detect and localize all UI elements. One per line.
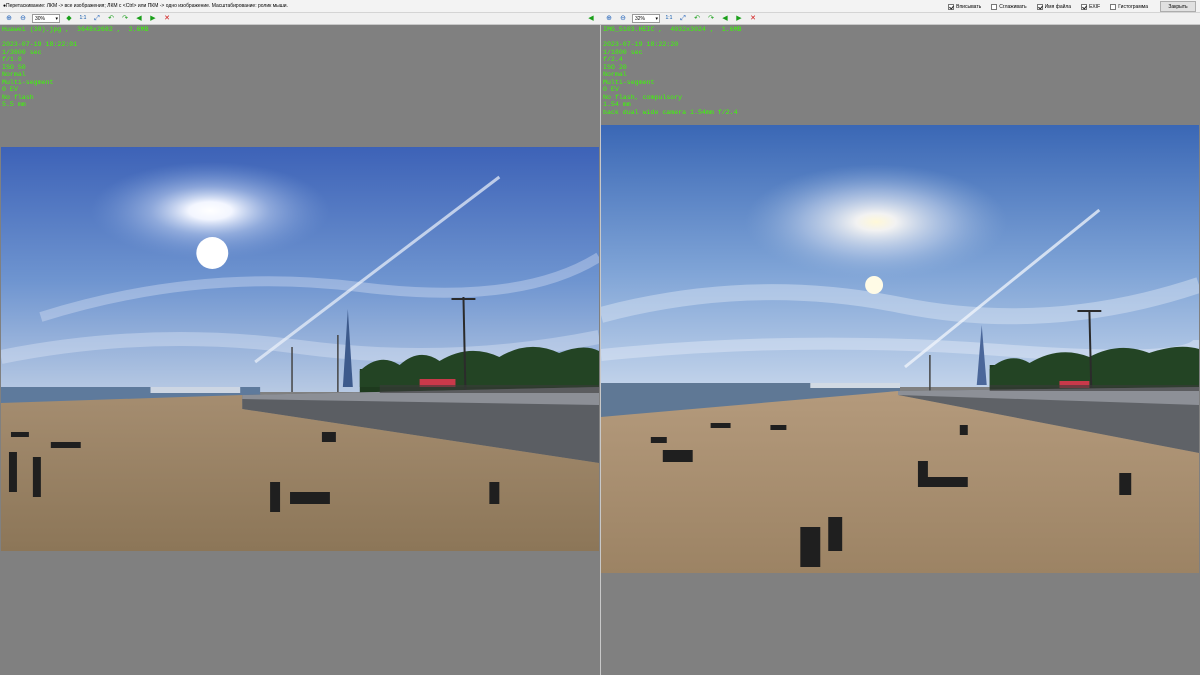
beach-photo-right [601, 125, 1199, 573]
left-metering: Multi-segment [2, 78, 54, 86]
option-exif[interactable]: EXIF [1081, 3, 1101, 10]
left-toolbar: ⊕ ⊖ 30% ▾ ◆ 1:1 ⤢ ↶ ↷ ◀ ▶ ✕ ◀ [0, 13, 600, 25]
right-datetime: 2023-07-19 18:22:20 [603, 41, 679, 48]
close-image-icon[interactable]: ✕ [162, 14, 172, 24]
option-filename[interactable]: Имя файла [1036, 3, 1072, 10]
next-image-icon[interactable]: ▶ [148, 14, 158, 24]
option-exif-label: EXIF [1089, 3, 1101, 10]
right-file-info: IMG_5103.HEIC , 4032x3024 , 1.6MB [603, 26, 742, 33]
right-photo[interactable] [601, 125, 1199, 573]
right-lens: back dual wide camera 1.54mm f/2.4 [603, 108, 738, 116]
chevron-down-icon: ▾ [55, 15, 58, 22]
rotate-left-icon[interactable]: ↶ [692, 14, 702, 24]
chevron-down-icon: ▾ [655, 15, 658, 22]
info-separator [603, 34, 742, 42]
rotate-right-icon[interactable]: ↷ [706, 14, 716, 24]
right-ev: 0 EV [603, 86, 619, 93]
checkbox-exif[interactable] [1081, 3, 1088, 10]
right-focal: 1.54 mm [603, 101, 631, 108]
left-zoom-select[interactable]: 30% ▾ [32, 14, 60, 23]
right-exposure: 1/1800 sec [603, 48, 643, 56]
info-separator [2, 34, 148, 42]
sync-arrow-icon[interactable]: ◀ [586, 14, 596, 24]
option-histogram-label: Гистограмма [1118, 3, 1148, 10]
left-exposure: 1/3800 sec [2, 48, 42, 56]
usage-hint: ●Перетаскивание: ЛКМ -> все изображения;… [3, 3, 288, 9]
left-focal: 5.5 mm [2, 101, 26, 108]
prev-image-icon[interactable]: ◀ [134, 14, 144, 24]
right-mode: Normal [603, 71, 627, 78]
beach-photo-left [1, 147, 599, 551]
option-fit-label: Вписывать [956, 3, 982, 10]
zoom-out-icon[interactable]: ⊖ [618, 14, 628, 24]
checkbox-smooth[interactable] [991, 3, 998, 10]
checkbox-filename[interactable] [1036, 3, 1043, 10]
zoom-in-icon[interactable]: ⊕ [604, 14, 614, 24]
left-file-info: Huawei (30).jpg , 3648x2682 , 2.6MB [2, 26, 149, 33]
close-button[interactable]: Закрыть [1160, 1, 1196, 12]
hint-bar: ●Перетаскивание: ЛКМ -> все изображения;… [0, 0, 1200, 13]
left-exif-info: Huawei (30).jpg , 3648x2682 , 2.6MB 2023… [2, 26, 148, 109]
left-aperture: f/1.8 [2, 56, 22, 63]
right-zoom-value: 32% [635, 15, 646, 22]
next-image-icon[interactable]: ▶ [734, 14, 744, 24]
right-aperture: f/2.4 [603, 56, 623, 63]
left-ev: 0 EV [2, 86, 18, 93]
view-options: Вписывать Сглаживать Имя файла EXIF Гист… [938, 1, 1196, 12]
close-image-icon[interactable]: ✕ [748, 14, 758, 24]
rotate-right-icon[interactable]: ↷ [120, 14, 130, 24]
checkbox-histogram[interactable] [1110, 3, 1117, 10]
right-zoom-select[interactable]: 32% ▾ [632, 14, 660, 23]
left-flash: No flash [2, 93, 34, 101]
left-datetime: 2023-07-19 18:22:01 [2, 41, 78, 48]
zoom-out-icon[interactable]: ⊖ [18, 14, 28, 24]
fullscreen-icon[interactable]: ⤢ [92, 14, 102, 24]
left-image-panel[interactable]: Huawei (30).jpg , 3648x2682 , 2.6MB 2023… [0, 25, 600, 675]
fullscreen-icon[interactable]: ⤢ [678, 14, 688, 24]
prev-image-icon[interactable]: ◀ [720, 14, 730, 24]
left-zoom-value: 30% [35, 15, 46, 22]
checkbox-fit[interactable] [948, 3, 955, 10]
option-fit[interactable]: Вписывать [948, 3, 982, 10]
rotate-left-icon[interactable]: ↶ [106, 14, 116, 24]
right-exif-info: IMG_5103.HEIC , 4032x3024 , 1.6MB 2023-0… [603, 26, 742, 116]
option-smooth-label: Сглаживать [999, 3, 1027, 10]
right-iso: ISO 20 [603, 63, 627, 71]
option-smooth[interactable]: Сглаживать [991, 3, 1027, 10]
fit-window-icon[interactable]: ◆ [64, 14, 74, 24]
right-image-panel[interactable]: IMG_5103.HEIC , 4032x3024 , 1.6MB 2023-0… [601, 25, 1200, 675]
option-filename-label: Имя файла [1044, 3, 1072, 10]
right-metering: Multi-segment [603, 78, 655, 86]
left-iso: ISO 50 [2, 63, 26, 71]
actual-size-button[interactable]: 1:1 [78, 14, 88, 24]
right-toolbar: ⊕ ⊖ 32% ▾ 1:1 ⤢ ↶ ↷ ◀ ▶ ✕ [600, 13, 1200, 25]
right-flash: No flash, compulsory [603, 93, 683, 101]
left-photo[interactable] [1, 147, 599, 551]
actual-size-button[interactable]: 1:1 [664, 14, 674, 24]
left-mode: Normal [2, 71, 26, 78]
option-histogram[interactable]: Гистограмма [1110, 3, 1148, 10]
zoom-in-icon[interactable]: ⊕ [4, 14, 14, 24]
